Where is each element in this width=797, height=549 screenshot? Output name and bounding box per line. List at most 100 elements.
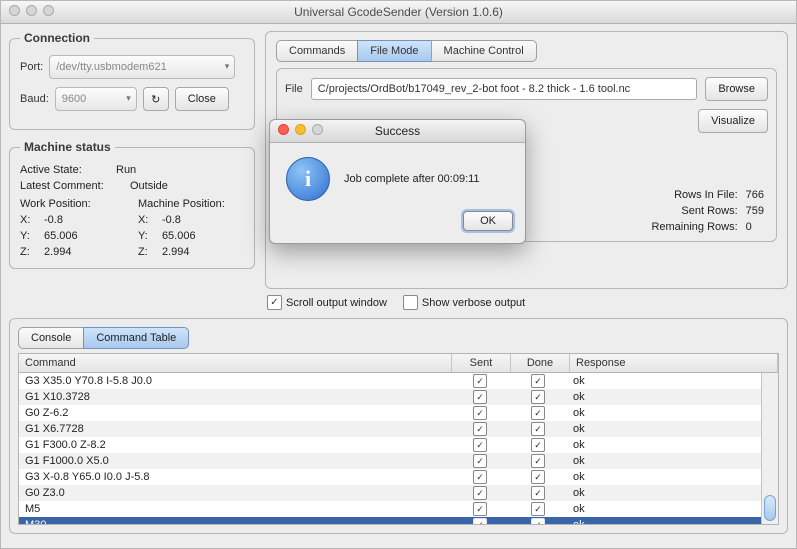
mach-x: -0.8 <box>162 214 181 226</box>
cell-sent: ✓ <box>451 453 509 469</box>
zoom-window-icon[interactable] <box>43 5 54 16</box>
cell-sent: ✓ <box>451 501 509 517</box>
cell-done: ✓ <box>509 501 567 517</box>
table-row[interactable]: G0 Z-6.2✓✓ok <box>19 405 761 421</box>
cell-sent: ✓ <box>451 389 509 405</box>
baud-select[interactable]: 9600 ▾ <box>55 87 137 111</box>
check-icon: ✓ <box>473 438 487 452</box>
verbose-output-checkbox[interactable]: Show verbose output <box>403 295 525 310</box>
sent-rows-value: 759 <box>746 205 764 217</box>
chevron-down-icon: ▾ <box>126 93 131 104</box>
table-row[interactable]: G1 X6.7728✓✓ok <box>19 421 761 437</box>
tab-commands[interactable]: Commands <box>276 40 358 62</box>
mach-y: 65.006 <box>162 230 196 242</box>
table-row[interactable]: G1 X10.3728✓✓ok <box>19 389 761 405</box>
check-icon: ✓ <box>473 422 487 436</box>
minimize-window-icon[interactable] <box>26 5 37 16</box>
table-row[interactable]: G3 X-0.8 Y65.0 I0.0 J-5.8✓✓ok <box>19 469 761 485</box>
refresh-button[interactable]: ↻ <box>143 87 169 111</box>
table-row[interactable]: M30✓✓ok <box>19 517 761 524</box>
check-icon: ✓ <box>531 438 545 452</box>
work-z: 2.994 <box>44 246 72 258</box>
chevron-down-icon: ▾ <box>225 61 230 72</box>
tab-console[interactable]: Console <box>18 327 84 349</box>
cell-response: ok <box>567 502 761 516</box>
cell-response: ok <box>567 374 761 388</box>
baud-label: Baud: <box>20 93 49 105</box>
tab-command-table[interactable]: Command Table <box>83 327 189 349</box>
cell-response: ok <box>567 470 761 484</box>
cell-done: ✓ <box>509 453 567 469</box>
th-sent[interactable]: Sent <box>452 354 511 372</box>
check-icon: ✓ <box>473 454 487 468</box>
table-row[interactable]: G1 F300.0 Z-8.2✓✓ok <box>19 437 761 453</box>
file-path-value: C/projects/OrdBot/b17049_rev_2-bot foot … <box>318 83 630 95</box>
browse-button[interactable]: Browse <box>705 77 768 101</box>
mach-x-label: X: <box>138 214 156 226</box>
table-row[interactable]: G0 Z3.0✓✓ok <box>19 485 761 501</box>
table-body: G3 X35.0 Y70.8 I-5.8 J0.0✓✓okG1 X10.3728… <box>19 373 761 524</box>
connection-legend: Connection <box>20 31 94 45</box>
active-state-label: Active State: <box>20 164 110 176</box>
cell-response: ok <box>567 454 761 468</box>
cell-response: ok <box>567 406 761 420</box>
machine-status-legend: Machine status <box>20 140 115 154</box>
scroll-output-checkbox[interactable]: ✓ Scroll output window <box>267 295 387 310</box>
vertical-scrollbar[interactable] <box>761 373 778 524</box>
scrollbar-thumb[interactable] <box>764 495 776 521</box>
output-options: ✓ Scroll output window Show verbose outp… <box>267 295 788 310</box>
dialog-ok-button[interactable]: OK <box>463 211 513 231</box>
work-x: -0.8 <box>44 214 63 226</box>
dialog-window-controls <box>278 124 323 135</box>
table-row[interactable]: G3 X35.0 Y70.8 I-5.8 J0.0 ✓ ✓ ok <box>19 373 761 389</box>
th-response[interactable]: Response <box>570 354 778 372</box>
cell-sent: ✓ <box>451 437 509 453</box>
cell-command: G0 Z3.0 <box>19 486 451 500</box>
table-row[interactable]: M5✓✓ok <box>19 501 761 517</box>
cell-sent: ✓ <box>451 373 509 389</box>
window-title: Universal GcodeSender (Version 1.0.6) <box>1 5 796 19</box>
scroll-output-label: Scroll output window <box>286 297 387 309</box>
th-command[interactable]: Command <box>19 354 452 372</box>
work-y: 65.006 <box>44 230 78 242</box>
file-path-field[interactable]: C/projects/OrdBot/b17049_rev_2-bot foot … <box>311 78 698 100</box>
cell-command: G3 X35.0 Y70.8 I-5.8 J0.0 <box>19 374 451 388</box>
dialog-titlebar: Success <box>270 120 525 143</box>
titlebar: Universal GcodeSender (Version 1.0.6) <box>1 1 796 24</box>
dialog-message: Job complete after 00:09:11 <box>344 173 480 185</box>
info-icon: i <box>286 157 330 201</box>
work-position-label: Work Position: <box>20 198 110 210</box>
dialog-minimize-icon[interactable] <box>295 124 306 135</box>
tab-machine-control[interactable]: Machine Control <box>431 40 537 62</box>
baud-value: 9600 <box>62 93 86 105</box>
bottom-panel: Console Command Table Command Sent Done … <box>9 318 788 534</box>
dialog-close-icon[interactable] <box>278 124 289 135</box>
check-icon: ✓ <box>473 518 487 524</box>
close-window-icon[interactable] <box>9 5 20 16</box>
visualize-button[interactable]: Visualize <box>698 109 768 133</box>
port-select[interactable]: /dev/tty.usbmodem621 ▾ <box>49 55 235 79</box>
table-row[interactable]: G1 F1000.0 X5.0✓✓ok <box>19 453 761 469</box>
cell-command: G1 X10.3728 <box>19 390 451 404</box>
check-icon: ✓ <box>473 374 487 388</box>
verbose-output-label: Show verbose output <box>422 297 525 309</box>
check-icon: ✓ <box>531 374 545 388</box>
close-connection-button[interactable]: Close <box>175 87 229 111</box>
tab-file-mode[interactable]: File Mode <box>357 40 431 62</box>
remaining-rows-label: Remaining Rows: <box>651 221 737 233</box>
cell-command: M30 <box>19 518 451 524</box>
cell-sent: ✓ <box>451 517 509 524</box>
work-z-label: Z: <box>20 246 38 258</box>
cell-response: ok <box>567 422 761 436</box>
rows-in-file-label: Rows In File: <box>651 189 737 201</box>
bottom-tabs: Console Command Table <box>18 327 779 349</box>
cell-done: ✓ <box>509 405 567 421</box>
main-window: Universal GcodeSender (Version 1.0.6) Co… <box>0 0 797 549</box>
cell-done: ✓ <box>509 421 567 437</box>
check-icon: ✓ <box>531 454 545 468</box>
check-icon: ✓ <box>473 486 487 500</box>
th-done[interactable]: Done <box>511 354 570 372</box>
check-icon: ✓ <box>531 390 545 404</box>
content-area: Connection Port: /dev/tty.usbmodem621 ▾ … <box>1 23 796 548</box>
check-icon: ✓ <box>531 470 545 484</box>
